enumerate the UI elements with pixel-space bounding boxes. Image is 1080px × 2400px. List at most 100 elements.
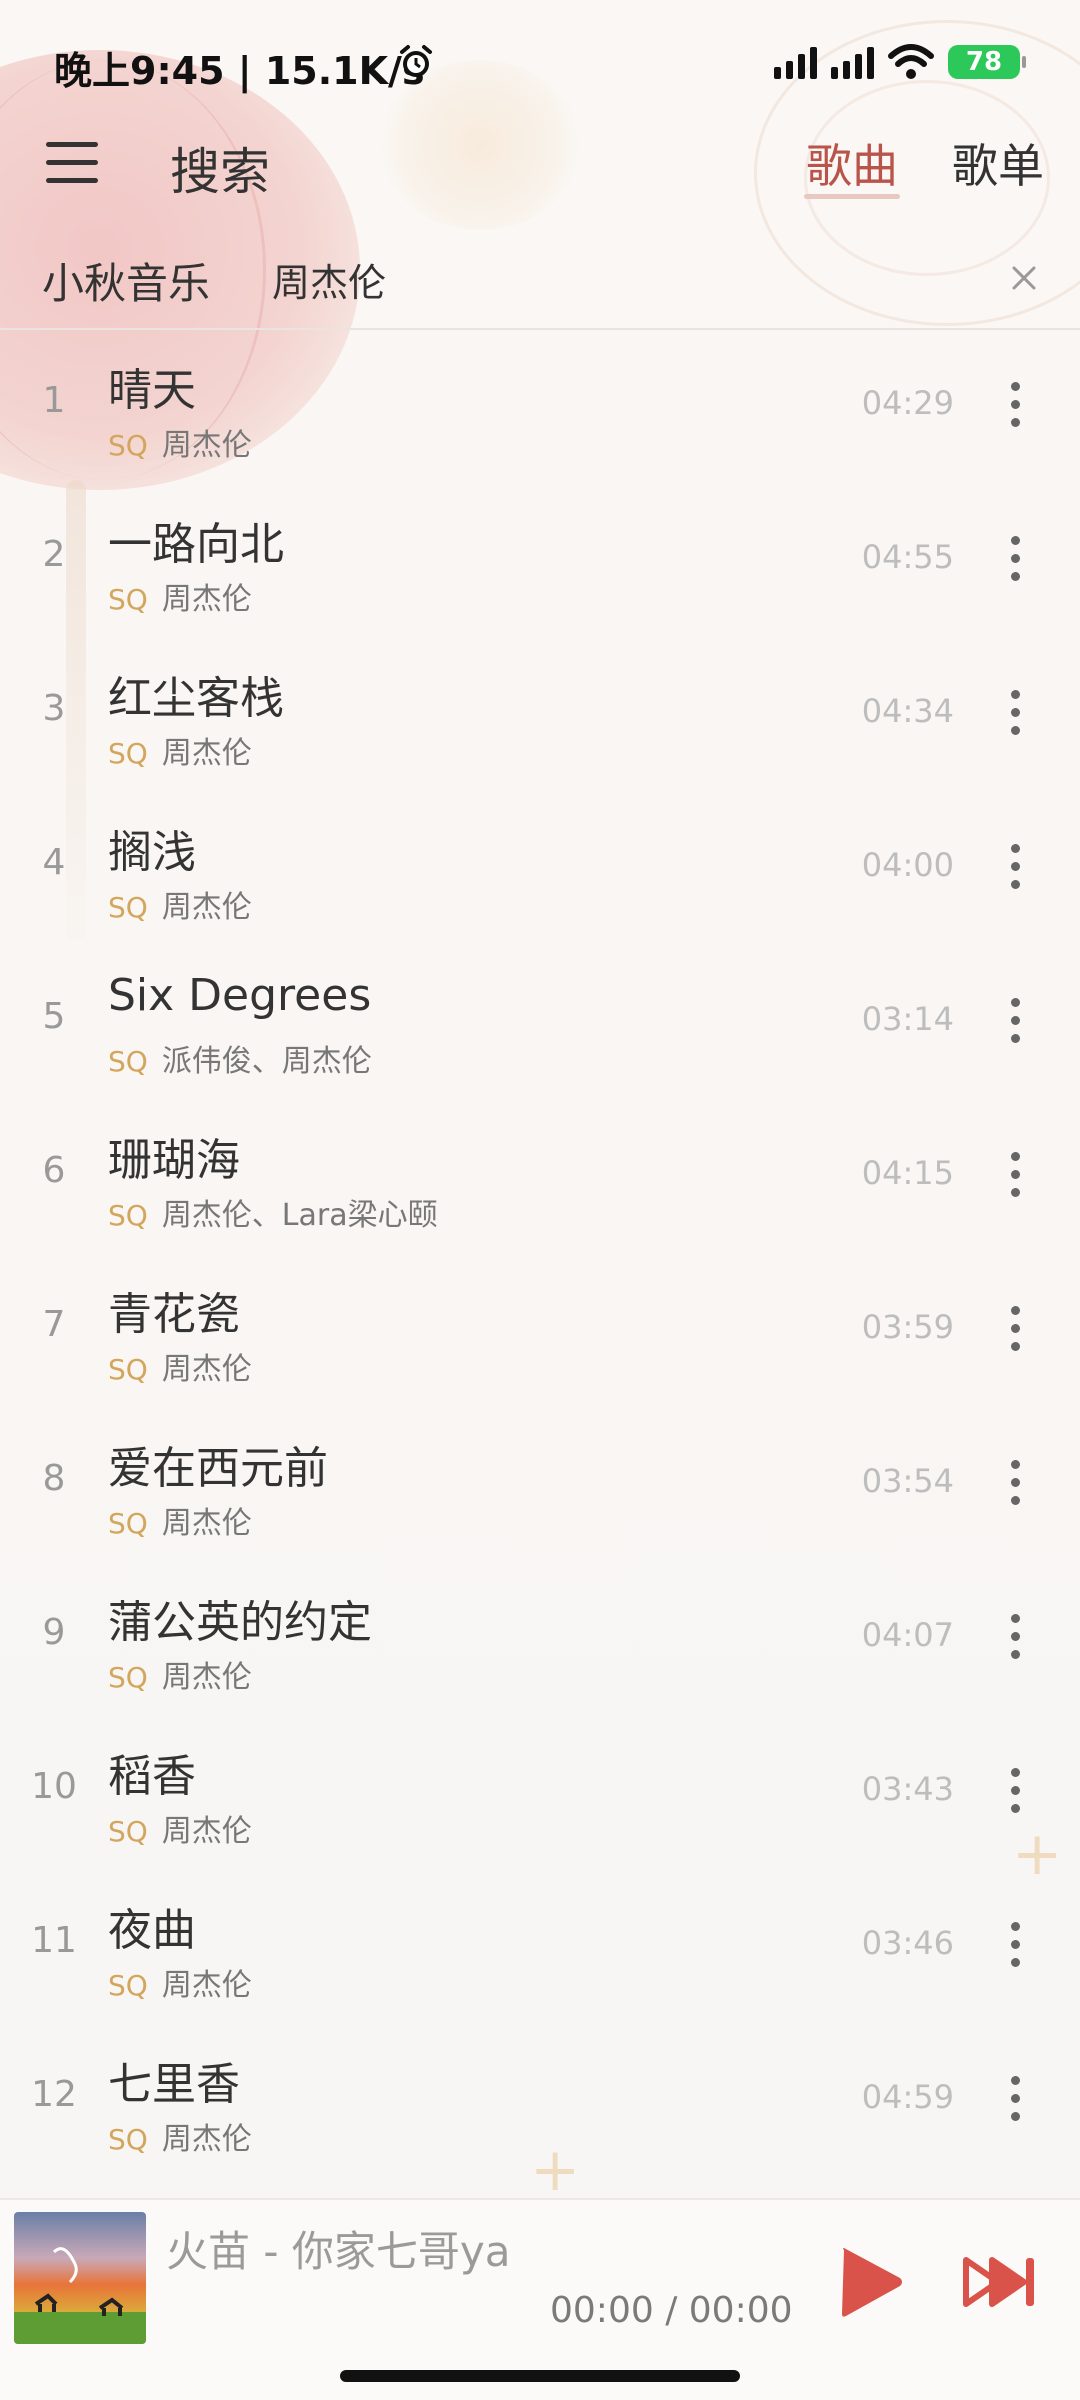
song-row[interactable]: 9 蒲公英的约定 SQ 周杰伦 04:07	[0, 1562, 1080, 1716]
song-artist: 周杰伦	[161, 582, 252, 617]
song-list: 1 晴天 SQ 周杰伦 04:29 2 一路向北 SQ 周杰伦 04:55 3 红尘客栈 SQ 周杰伦 04…	[0, 330, 1080, 2178]
more-vertical-icon[interactable]	[1000, 998, 1030, 1044]
song-subtitle: SQ 周杰伦	[108, 728, 252, 772]
close-icon[interactable]	[1004, 258, 1044, 298]
more-vertical-icon[interactable]	[1000, 1768, 1030, 1814]
song-artist: 周杰伦	[161, 428, 252, 463]
song-index: 4	[42, 842, 66, 883]
song-duration: 04:15	[861, 1154, 954, 1192]
song-index: 5	[42, 996, 66, 1037]
song-subtitle: SQ 派伟俊、周杰伦	[108, 1036, 372, 1080]
song-title: 晴天	[108, 365, 196, 416]
song-subtitle: SQ 周杰伦	[108, 574, 252, 618]
more-vertical-icon[interactable]	[1000, 1152, 1030, 1198]
song-row[interactable]: 6 珊瑚海 SQ 周杰伦、Lara梁心颐 04:15	[0, 1100, 1080, 1254]
song-row[interactable]: 2 一路向北 SQ 周杰伦 04:55	[0, 484, 1080, 638]
song-row[interactable]: 1 晴天 SQ 周杰伦 04:29	[0, 330, 1080, 484]
song-artist: 周杰伦	[161, 1968, 252, 2003]
active-tab-indicator	[804, 194, 900, 199]
sq-quality-badge: SQ	[108, 2123, 148, 2156]
header: 搜索 歌曲 歌单	[0, 120, 1080, 220]
song-artist: 派伟俊、周杰伦	[161, 1044, 372, 1079]
song-artist: 周杰伦	[161, 2122, 252, 2157]
more-vertical-icon[interactable]	[1000, 536, 1030, 582]
song-row[interactable]: 10 稻香 SQ 周杰伦 03:43	[0, 1716, 1080, 1870]
song-index: 8	[42, 1458, 66, 1499]
cellular-signal-icon	[774, 45, 817, 79]
page-title: 搜索	[170, 143, 270, 201]
song-artist: 周杰伦、Lara梁心颐	[161, 1198, 438, 1233]
more-vertical-icon[interactable]	[1000, 1922, 1030, 1968]
song-subtitle: SQ 周杰伦	[108, 1806, 252, 1850]
song-title: 搁浅	[108, 827, 196, 878]
song-duration: 04:00	[861, 846, 954, 884]
more-vertical-icon[interactable]	[1000, 1306, 1030, 1352]
song-row[interactable]: 11 夜曲 SQ 周杰伦 03:46	[0, 1870, 1080, 2024]
song-index: 6	[42, 1150, 66, 1191]
song-title: 稻香	[108, 1751, 196, 1802]
song-duration: 03:14	[861, 1000, 954, 1038]
status-time: 晚上9:45 | 15.1K/s	[54, 49, 425, 93]
skip-next-icon[interactable]	[962, 2254, 1038, 2310]
search-input[interactable]	[272, 254, 972, 304]
song-index: 10	[31, 1766, 77, 1807]
more-vertical-icon[interactable]	[1000, 382, 1030, 428]
song-subtitle: SQ 周杰伦	[108, 2114, 252, 2158]
sq-quality-badge: SQ	[108, 1507, 148, 1540]
sq-quality-badge: SQ	[108, 1969, 148, 2002]
status-bar: 晚上9:45 | 15.1K/s 78	[0, 0, 1080, 130]
wifi-icon	[888, 44, 934, 80]
more-vertical-icon[interactable]	[1000, 1460, 1030, 1506]
sq-quality-badge: SQ	[108, 1199, 148, 1232]
song-duration: 04:29	[861, 384, 954, 422]
search-bar: 小秋音乐	[0, 232, 1080, 330]
song-title: 一路向北	[108, 519, 284, 570]
song-duration: 04:55	[861, 538, 954, 576]
more-vertical-icon[interactable]	[1000, 690, 1030, 736]
song-index: 7	[42, 1304, 66, 1345]
song-duration: 03:54	[861, 1462, 954, 1500]
song-title: 红尘客栈	[108, 673, 284, 724]
sq-quality-badge: SQ	[108, 1353, 148, 1386]
more-vertical-icon[interactable]	[1000, 1614, 1030, 1660]
play-icon[interactable]	[836, 2244, 906, 2320]
song-artist: 周杰伦	[161, 1352, 252, 1387]
song-subtitle: SQ 周杰伦、Lara梁心颐	[108, 1190, 438, 1234]
status-icons: 78	[774, 44, 1026, 80]
more-vertical-icon[interactable]	[1000, 2076, 1030, 2122]
tab-songs[interactable]: 歌曲	[806, 130, 898, 196]
song-index: 1	[42, 380, 66, 421]
song-row[interactable]: 3 红尘客栈 SQ 周杰伦 04:34	[0, 638, 1080, 792]
song-duration: 03:43	[861, 1770, 954, 1808]
song-duration: 04:59	[861, 2078, 954, 2116]
song-row[interactable]: 7 青花瓷 SQ 周杰伦 03:59	[0, 1254, 1080, 1408]
song-row[interactable]: 8 爱在西元前 SQ 周杰伦 03:54	[0, 1408, 1080, 1562]
song-artist: 周杰伦	[161, 1660, 252, 1695]
battery-icon: 78	[948, 45, 1026, 79]
song-subtitle: SQ 周杰伦	[108, 420, 252, 464]
more-vertical-icon[interactable]	[1000, 844, 1030, 890]
song-subtitle: SQ 周杰伦	[108, 1960, 252, 2004]
song-index: 11	[31, 1920, 77, 1961]
album-art[interactable]	[14, 2212, 146, 2344]
hamburger-icon[interactable]	[46, 140, 98, 184]
song-title: 蒲公英的约定	[108, 1597, 372, 1648]
tab-playlists[interactable]: 歌单	[952, 130, 1044, 196]
now-playing-title: 火苗 - 你家七哥ya	[166, 2227, 511, 2276]
song-index: 9	[42, 1612, 66, 1653]
battery-level: 78	[965, 47, 1003, 77]
music-source-selector[interactable]: 小秋音乐	[42, 250, 210, 311]
app-screen: + + 晚上9:45 | 15.1K/s 78 搜索 歌曲 歌单 小秋音乐 周杰…	[0, 0, 1080, 2400]
song-duration: 04:34	[861, 692, 954, 730]
song-row[interactable]: 12 七里香 SQ 周杰伦 04:59	[0, 2024, 1080, 2178]
song-row[interactable]: 5 Six Degrees SQ 派伟俊、周杰伦 03:14	[0, 946, 1080, 1100]
song-row[interactable]: 4 搁浅 SQ 周杰伦 04:00	[0, 792, 1080, 946]
song-title: 珊瑚海	[108, 1135, 240, 1186]
home-indicator[interactable]	[340, 2370, 740, 2382]
song-title: 七里香	[108, 2059, 240, 2110]
cellular-signal-icon-2	[831, 45, 874, 79]
sq-quality-badge: SQ	[108, 891, 148, 924]
song-artist: 周杰伦	[161, 890, 252, 925]
sq-quality-badge: SQ	[108, 429, 148, 462]
alarm-icon	[398, 44, 434, 84]
